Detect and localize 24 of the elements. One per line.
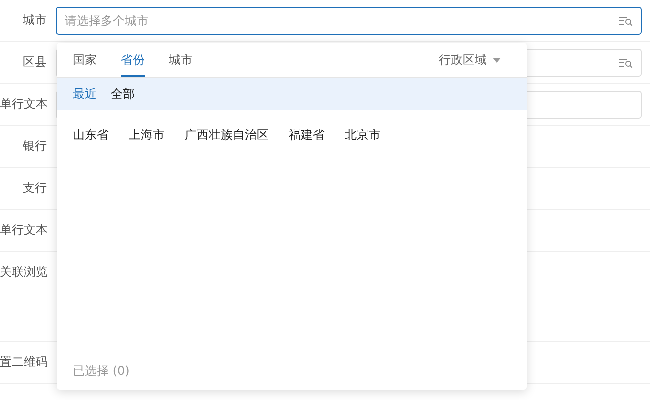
field-label: 区县 bbox=[22, 54, 48, 71]
field-label: 关联浏览 bbox=[0, 264, 49, 281]
field-label: 支行 bbox=[22, 180, 48, 197]
region-dropdown[interactable]: 行政区域 bbox=[439, 52, 501, 68]
tab[interactable]: 国家 bbox=[73, 43, 97, 77]
filter-tab[interactable]: 全部 bbox=[111, 86, 135, 102]
province-option[interactable]: 山东省 bbox=[73, 127, 109, 144]
province-option[interactable]: 福建省 bbox=[289, 127, 325, 144]
filter-tab[interactable]: 最近 bbox=[73, 86, 97, 102]
field-label: 银行 bbox=[22, 138, 48, 155]
input-field[interactable]: 请选择多个城市 bbox=[56, 6, 642, 34]
tab[interactable]: 城市 bbox=[169, 43, 193, 77]
field-label: 城市 bbox=[22, 12, 48, 29]
province-option[interactable]: 广西壮族自治区 bbox=[185, 127, 269, 144]
province-option[interactable]: 北京市 bbox=[345, 127, 381, 144]
search-list-icon[interactable] bbox=[619, 16, 633, 26]
search-list-icon[interactable] bbox=[619, 58, 633, 68]
province-option[interactable]: 上海市 bbox=[129, 127, 165, 144]
caret-icon bbox=[493, 58, 501, 62]
field-label: 置二维码 bbox=[0, 354, 49, 371]
field-label: 单行文本 bbox=[0, 222, 49, 239]
field-label: 单行文本 bbox=[0, 96, 49, 113]
selected-count: 已选择 (0) bbox=[72, 363, 131, 380]
text-input[interactable]: 请选择多个城市 bbox=[65, 14, 619, 28]
